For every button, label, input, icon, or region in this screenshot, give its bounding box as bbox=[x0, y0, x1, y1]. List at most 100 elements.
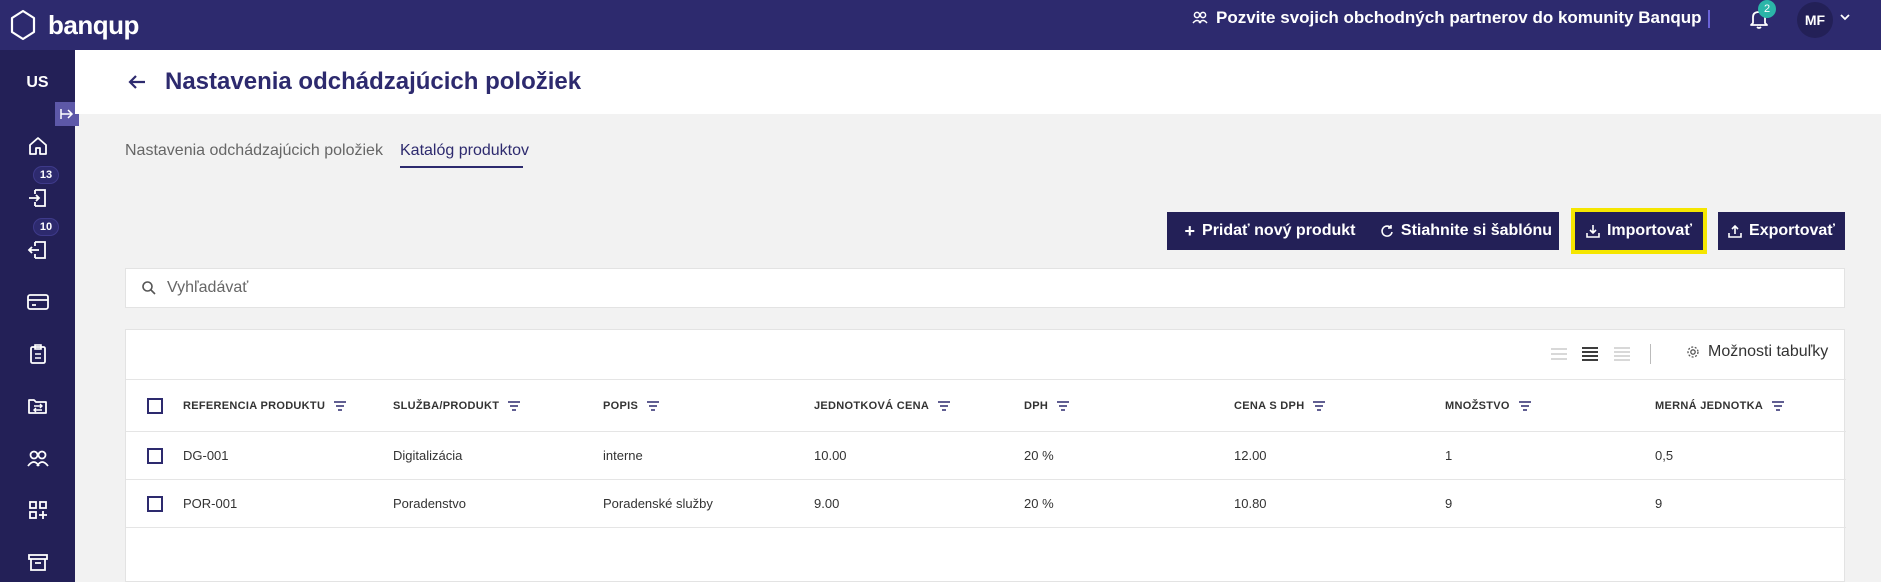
product-table-card: Možnosti tabuľky REFERENCIA PRODUKTU SLU… bbox=[125, 329, 1846, 582]
cell-description: Poradenské služby bbox=[603, 496, 713, 511]
sidebar-item-payments[interactable] bbox=[0, 282, 75, 322]
column-label: POPIS bbox=[603, 400, 639, 412]
table-toolbar: Možnosti tabuľky bbox=[126, 330, 1846, 380]
add-product-label: Pridať nový produkt bbox=[1202, 222, 1356, 239]
brand-name: banqup bbox=[48, 9, 139, 40]
inbox-out-icon bbox=[27, 241, 46, 259]
people-icon bbox=[1192, 11, 1208, 24]
sidebar-item-outgoing[interactable] bbox=[0, 230, 75, 270]
import-label: Importovať bbox=[1606, 222, 1692, 239]
topbar-divider bbox=[1708, 10, 1710, 28]
sidebar-item-archive[interactable] bbox=[0, 542, 75, 582]
column-header-reference[interactable]: REFERENCIA PRODUKTU bbox=[183, 400, 347, 412]
archive-icon bbox=[27, 554, 48, 571]
cell-unit: 0,5 bbox=[1655, 448, 1674, 463]
table-row[interactable]: POR-001 Poradenstvo Poradenské služby 9.… bbox=[126, 480, 1846, 528]
banqup-logo-icon bbox=[10, 9, 36, 41]
refresh-icon bbox=[1381, 225, 1393, 237]
filter-icon[interactable] bbox=[1518, 401, 1532, 411]
cell-unit-price: 9.00 bbox=[814, 496, 840, 511]
export-label: Exportovať bbox=[1749, 222, 1835, 239]
import-button[interactable]: Importovať bbox=[1571, 208, 1707, 254]
filter-icon[interactable] bbox=[1056, 401, 1070, 411]
incoming-count-badge: 13 bbox=[33, 166, 59, 184]
column-label: REFERENCIA PRODUKTU bbox=[183, 400, 326, 412]
column-header-unit[interactable]: MERNÁ JEDNOTKA bbox=[1655, 400, 1785, 412]
column-header-quantity[interactable]: MNOŽSTVO bbox=[1445, 400, 1532, 412]
card-icon bbox=[26, 294, 49, 310]
download-template-label: Stiahnite si šablónu bbox=[1400, 222, 1553, 239]
select-all-checkbox[interactable] bbox=[147, 398, 163, 414]
row-checkbox[interactable] bbox=[147, 448, 163, 464]
filter-icon[interactable] bbox=[333, 401, 347, 411]
cell-price-with-vat: 12.00 bbox=[1234, 448, 1267, 463]
filter-icon[interactable] bbox=[1312, 401, 1326, 411]
sidebar: US 13 10 bbox=[0, 50, 79, 582]
banqup-logo[interactable]: banqup bbox=[8, 6, 139, 44]
sidebar-item-tasks[interactable] bbox=[0, 334, 75, 374]
table-options-button[interactable]: Možnosti tabuľky bbox=[1686, 343, 1828, 361]
column-header-description[interactable]: POPIS bbox=[603, 400, 660, 412]
table-row[interactable]: DG-001 Digitalizácia interne 10.00 20 % … bbox=[126, 432, 1846, 480]
cell-reference: POR-001 bbox=[183, 496, 238, 511]
search-input[interactable] bbox=[167, 279, 1767, 297]
column-label: JEDNOTKOVÁ CENA bbox=[814, 400, 930, 412]
expand-arrow-icon bbox=[60, 109, 74, 119]
filter-icon[interactable] bbox=[1771, 401, 1785, 411]
toolbar-divider bbox=[1650, 344, 1651, 364]
plus-icon: + bbox=[1184, 220, 1196, 241]
transfer-icon bbox=[27, 399, 47, 414]
cell-price-with-vat: 10.80 bbox=[1234, 496, 1267, 511]
cell-quantity: 1 bbox=[1445, 448, 1453, 463]
tab-product-catalog[interactable]: Katalóg produktov bbox=[400, 142, 529, 160]
tab-outgoing-settings[interactable]: Nastavenia odchádzajúcich položiek bbox=[125, 142, 383, 160]
row-checkbox[interactable] bbox=[147, 496, 163, 512]
gear-icon bbox=[1687, 346, 1699, 358]
cell-service: Digitalizácia bbox=[393, 448, 463, 463]
active-tab-indicator bbox=[400, 166, 523, 168]
cell-reference: DG-001 bbox=[183, 448, 229, 463]
home-icon bbox=[28, 137, 47, 155]
cell-service: Poradenstvo bbox=[393, 496, 466, 511]
column-label: MNOŽSTVO bbox=[1445, 400, 1510, 412]
top-bar: banqup Pozvite svojich obchodných partne… bbox=[0, 0, 1881, 50]
sidebar-item-apps[interactable] bbox=[0, 490, 75, 530]
density-compact-icon[interactable] bbox=[1550, 346, 1568, 362]
column-header-vat[interactable]: DPH bbox=[1024, 400, 1070, 412]
cell-vat: 20 % bbox=[1024, 496, 1054, 511]
upload-icon bbox=[1728, 224, 1742, 238]
add-product-button[interactable]: + Pridať nový produkt bbox=[1167, 212, 1373, 250]
table-options-label: Možnosti tabuľky bbox=[1708, 343, 1829, 360]
sidebar-item-incoming[interactable] bbox=[0, 178, 75, 218]
filter-icon[interactable] bbox=[507, 401, 521, 411]
cell-description: interne bbox=[603, 448, 643, 463]
column-header-unit-price[interactable]: JEDNOTKOVÁ CENA bbox=[814, 400, 951, 412]
column-label: CENA S DPH bbox=[1234, 400, 1305, 412]
sidebar-item-contacts[interactable] bbox=[0, 438, 75, 478]
contacts-icon bbox=[26, 450, 49, 467]
filter-icon[interactable] bbox=[937, 401, 951, 411]
download-template-button[interactable]: Stiahnite si šablónu bbox=[1373, 212, 1559, 250]
search-bar bbox=[125, 268, 1845, 308]
cell-unit-price: 10.00 bbox=[814, 448, 847, 463]
column-header-price-with-vat[interactable]: CENA S DPH bbox=[1234, 400, 1326, 412]
sidebar-item-transfers[interactable] bbox=[0, 386, 75, 426]
filter-icon[interactable] bbox=[646, 401, 660, 411]
invite-text: Pozvite svojich obchodných partnerov do … bbox=[1216, 8, 1702, 27]
invite-partners-link[interactable]: Pozvite svojich obchodných partnerov do … bbox=[1192, 0, 1702, 36]
apps-add-icon bbox=[28, 501, 47, 519]
outgoing-count-badge: 10 bbox=[33, 218, 59, 236]
download-icon bbox=[1586, 225, 1600, 238]
page-title: Nastavenia odchádzajúcich položiek bbox=[165, 68, 582, 95]
export-button[interactable]: Exportovať bbox=[1718, 212, 1845, 250]
density-comfortable-icon[interactable] bbox=[1613, 346, 1631, 362]
cell-vat: 20 % bbox=[1024, 448, 1054, 463]
back-arrow-icon[interactable] bbox=[125, 70, 149, 94]
cell-quantity: 9 bbox=[1445, 496, 1453, 511]
chevron-down-icon[interactable] bbox=[1838, 10, 1852, 24]
column-header-service[interactable]: SLUŽBA/PRODUKT bbox=[393, 400, 521, 412]
sidebar-item-home[interactable] bbox=[0, 126, 75, 166]
density-standard-icon[interactable] bbox=[1581, 346, 1599, 362]
page-header: Nastavenia odchádzajúcich položiek bbox=[75, 50, 1881, 114]
user-avatar[interactable]: MF bbox=[1797, 2, 1833, 38]
